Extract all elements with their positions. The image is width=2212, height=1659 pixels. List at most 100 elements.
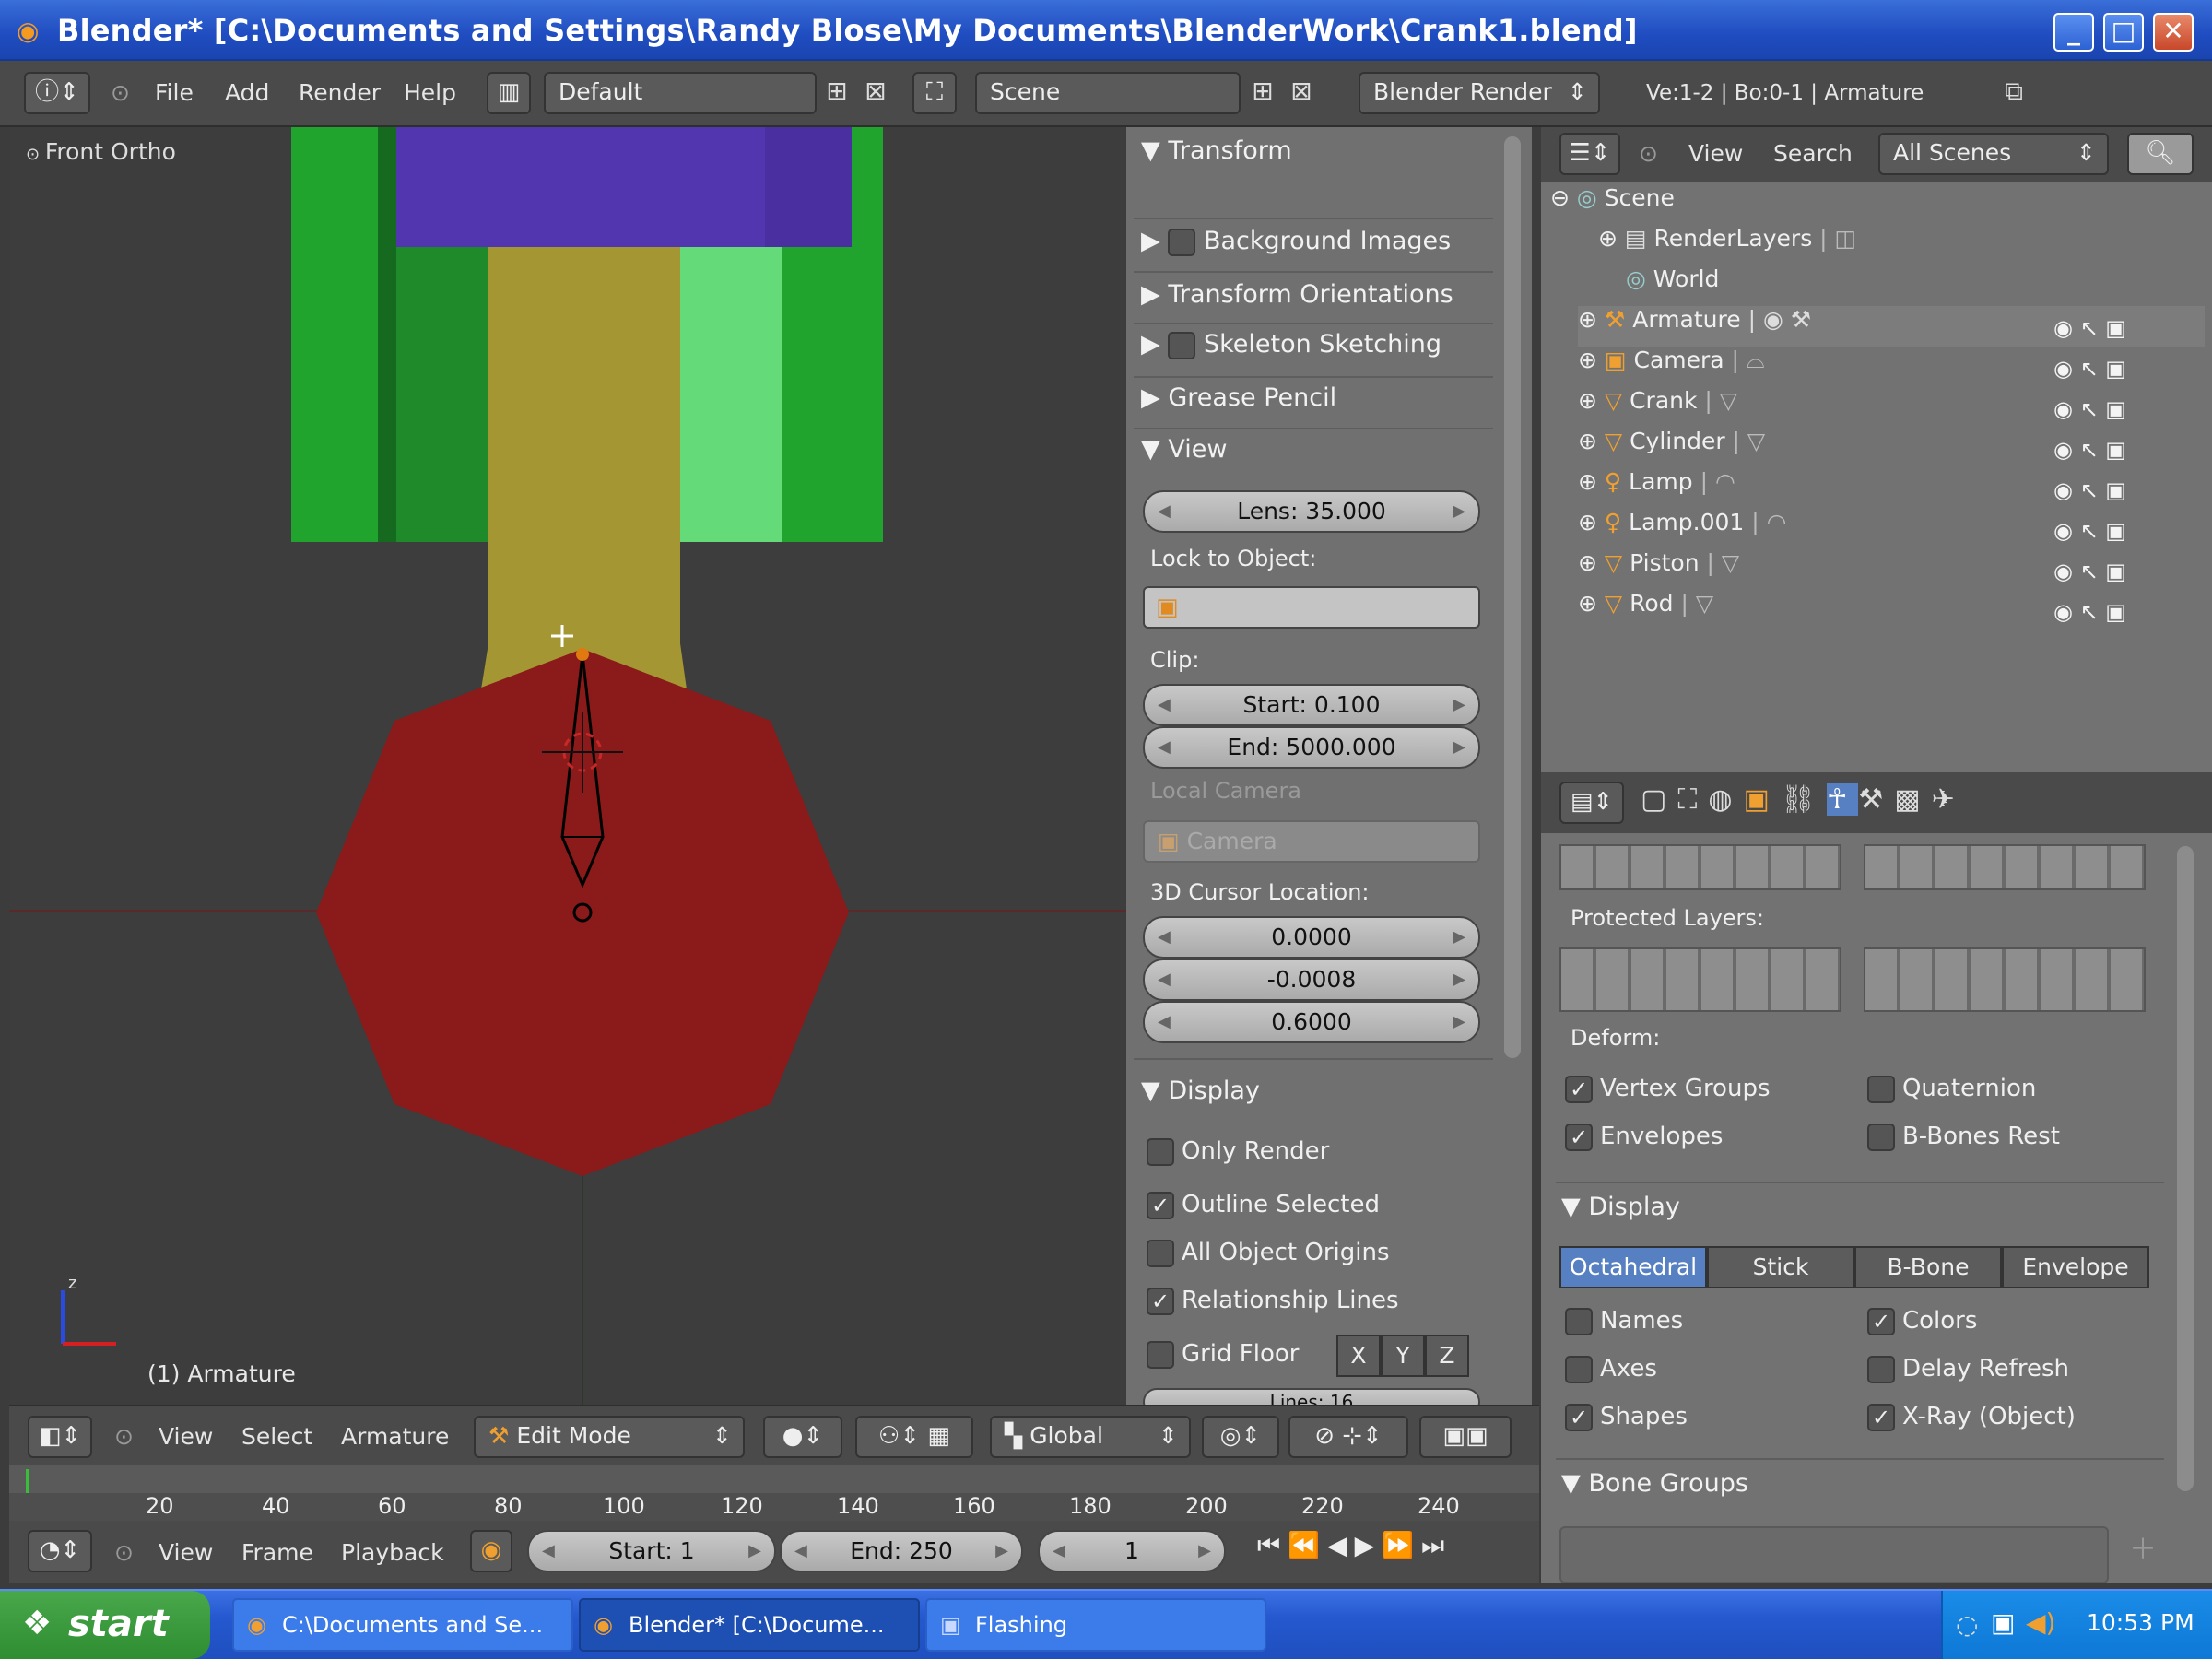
transform-orientations-header[interactable]: ▶ Transform Orientations (1141, 280, 1453, 309)
lock-object-field[interactable]: ▣ (1143, 586, 1480, 629)
octahedral-button[interactable]: Octahedral (1559, 1246, 1707, 1288)
3d-viewport[interactable]: ⊙ Front Ortho z (1) Armature (9, 127, 1126, 1405)
grid-lines-field[interactable]: Lines: 16 (1143, 1388, 1480, 1405)
display-icon[interactable]: ▣ (1991, 1607, 2015, 1638)
bbones-rest-checkbox[interactable] (1867, 1124, 1895, 1151)
select-menu[interactable]: Select (241, 1423, 312, 1450)
visibility-icons-column[interactable]: ◉ ↖ ▣ ◉ ↖ ▣ ◉ ↖ ▣ ◉ ↖ ▣ ◉ ↖ ▣ ◉ ↖ ▣ ◉ ↖ … (2053, 312, 2126, 629)
timeline-view-menu[interactable]: View (159, 1539, 213, 1566)
bone-tab-icon[interactable]: ⚒ (1858, 783, 1894, 816)
snap-icon[interactable]: ⊘ ⊹⇕ (1288, 1416, 1408, 1458)
editor-type-info-icon[interactable]: ⓘ⇕ (24, 72, 90, 114)
axes-checkbox[interactable] (1565, 1356, 1593, 1383)
remove-scene-icon[interactable]: ⊠ (1283, 72, 1320, 114)
eye-icon[interactable]: ◉ ↖ ▣ (2053, 595, 2126, 629)
eye-icon[interactable]: ◉ ↖ ▣ (2053, 312, 2126, 345)
clip-end-field[interactable]: ◀ End: 5000.000 ▶ (1143, 726, 1480, 769)
grid-floor-option[interactable]: Grid Floor (1147, 1340, 1299, 1369)
colors-checkbox[interactable]: ✓ (1867, 1308, 1895, 1335)
protected-layers-grid-right[interactable] (1864, 947, 2146, 1012)
scene-field[interactable]: Scene (975, 72, 1241, 114)
timeline-collapse-icon[interactable]: ⊙ (114, 1539, 134, 1566)
outliner-collapse-icon[interactable]: ⊙ (1639, 140, 1658, 167)
background-images-header[interactable]: ▶ Background Images (1141, 227, 1451, 256)
only-render-checkbox[interactable] (1147, 1138, 1174, 1166)
collapse-menu-icon[interactable]: ⊙ (111, 79, 130, 106)
outliner-renderlayers-row[interactable]: ⊕ ▤ RenderLayers | ◫ (1598, 225, 1856, 265)
timeline-editor-type-icon[interactable]: ◔⇕ (28, 1530, 92, 1572)
viewport-shading-icon[interactable]: ●⇕ (763, 1416, 842, 1458)
grease-pencil-header[interactable]: ▶ Grease Pencil (1141, 383, 1336, 412)
current-frame-marker[interactable] (26, 1469, 29, 1493)
cursor-x-field[interactable]: ◀ 0.0000 ▶ (1143, 916, 1480, 959)
eye-icon[interactable]: ◉ ↖ ▣ (2053, 352, 2126, 385)
grid-floor-checkbox[interactable] (1147, 1341, 1174, 1369)
scene-tab-icon[interactable]: ⛶ (1677, 783, 1708, 816)
relationship-lines-checkbox[interactable]: ✓ (1147, 1288, 1174, 1315)
network-icon[interactable]: ◌ (1956, 1609, 1978, 1640)
volume-icon[interactable]: ◀) (2026, 1607, 2055, 1638)
envelope-button[interactable]: Envelope (2002, 1246, 2149, 1288)
render-tab-icon[interactable]: ▢ (1641, 783, 1677, 816)
armature-data-tab-icon[interactable]: ☥ (1827, 783, 1859, 816)
envelopes-option[interactable]: ✓ Envelopes (1565, 1123, 1723, 1151)
view-panel-header[interactable]: ▼ View (1141, 435, 1227, 464)
transform-panel-header[interactable]: ▼ Transform (1141, 136, 1292, 165)
cursor-z-field[interactable]: ◀ 0.6000 ▶ (1143, 1001, 1480, 1043)
outliner-view-menu[interactable]: View (1688, 140, 1743, 167)
outliner-world-row[interactable]: ◎ World (1626, 265, 1719, 306)
current-frame-field[interactable]: ◀ 1 ▶ (1038, 1530, 1226, 1572)
transform-orientation-select[interactable]: ▚ Global ⇕ (990, 1416, 1191, 1458)
world-tab-icon[interactable]: ◍ (1708, 783, 1743, 816)
axis-x-toggle[interactable]: X (1336, 1335, 1381, 1377)
eye-icon[interactable]: ◉ ↖ ▣ (2053, 393, 2126, 426)
outliner-rod-row[interactable]: ⊕ ▽ Rod | ▽ (1578, 590, 1713, 630)
envelopes-checkbox[interactable]: ✓ (1565, 1124, 1593, 1151)
task-blender[interactable]: ◉ Blender* [C:\Docume... (579, 1598, 920, 1652)
object-tab-icon[interactable]: ▣ (1744, 783, 1781, 816)
eye-icon[interactable]: ◉ ↖ ▣ (2053, 555, 2126, 588)
outliner-scene-row[interactable]: ⊖ ◎ Scene (1550, 184, 1675, 225)
constraints-tab-icon[interactable]: ⛓ (1781, 783, 1827, 816)
outliner-lamp001-row[interactable]: ⊕ ♀ Lamp.001 | ◠ (1578, 509, 1786, 549)
outline-selected-checkbox[interactable]: ✓ (1147, 1192, 1174, 1219)
stick-button[interactable]: Stick (1707, 1246, 1854, 1288)
relationship-lines-option[interactable]: ✓ Relationship Lines (1147, 1287, 1399, 1315)
quaternion-checkbox[interactable] (1867, 1076, 1895, 1103)
minimize-button[interactable]: _ (2053, 13, 2094, 52)
skeleton-sketching-checkbox[interactable] (1168, 331, 1196, 359)
add-bone-group-icon[interactable]: ＋ (2122, 1526, 2164, 1569)
eye-icon[interactable]: ◉ ↖ ▣ (2053, 433, 2126, 466)
fullscreen-toggle-icon[interactable]: ⧉ (1993, 72, 2035, 114)
colors-option[interactable]: ✓ Colors (1867, 1307, 1977, 1335)
quaternion-option[interactable]: Quaternion (1867, 1075, 2036, 1103)
end-frame-field[interactable]: ◀ End: 250 ▶ (780, 1530, 1023, 1572)
render-preview-icon[interactable]: ▣▣ (1419, 1416, 1512, 1458)
outliner-search-icon[interactable]: 🔍︎ (2127, 133, 2194, 175)
header-collapse-icon[interactable]: ⊙ (114, 1423, 134, 1450)
add-scene-icon[interactable]: ⊞ (1244, 72, 1281, 114)
delay-refresh-checkbox[interactable] (1867, 1356, 1895, 1383)
outliner-crank-row[interactable]: ⊕ ▽ Crank | ▽ (1578, 387, 1737, 428)
names-option[interactable]: Names (1565, 1307, 1683, 1335)
render-engine-select[interactable]: Blender Render ⇕ (1359, 72, 1600, 114)
axis-z-toggle[interactable]: Z (1425, 1335, 1469, 1377)
npanel-scrollbar[interactable] (1504, 136, 1521, 1058)
proportional-edit-icon[interactable]: ◎⇕ (1202, 1416, 1279, 1458)
jump-end-icon[interactable]: ⏭ (1421, 1530, 1452, 1560)
outliner-cylinder-row[interactable]: ⊕ ▽ Cylinder | ▽ (1578, 428, 1765, 468)
next-keyframe-icon[interactable]: ⏩ (1382, 1530, 1421, 1560)
remove-layout-icon[interactable]: ⊠ (857, 72, 894, 114)
outliner-editor-type-icon[interactable]: ☰⇕ (1559, 133, 1620, 175)
axes-option[interactable]: Axes (1565, 1355, 1657, 1383)
layers-grid-right[interactable] (1864, 844, 2146, 890)
outliner-camera-row[interactable]: ⊕ ▣ Camera | ⌓ (1578, 347, 1765, 387)
axis-y-toggle[interactable]: Y (1381, 1335, 1425, 1377)
task-explorer[interactable]: ◉ C:\Documents and Se... (232, 1598, 573, 1652)
3d-view-editor-type-icon[interactable]: ◧⇕ (28, 1416, 92, 1458)
start-frame-field[interactable]: ◀ Start: 1 ▶ (527, 1530, 776, 1572)
cursor-y-field[interactable]: ◀ -0.0008 ▶ (1143, 959, 1480, 1001)
all-object-origins-option[interactable]: All Object Origins (1147, 1239, 1390, 1267)
timeline[interactable]: 20 40 60 80 100 120 140 160 180 200 220 … (9, 1465, 1539, 1521)
layers-grid-left[interactable] (1559, 844, 1841, 890)
